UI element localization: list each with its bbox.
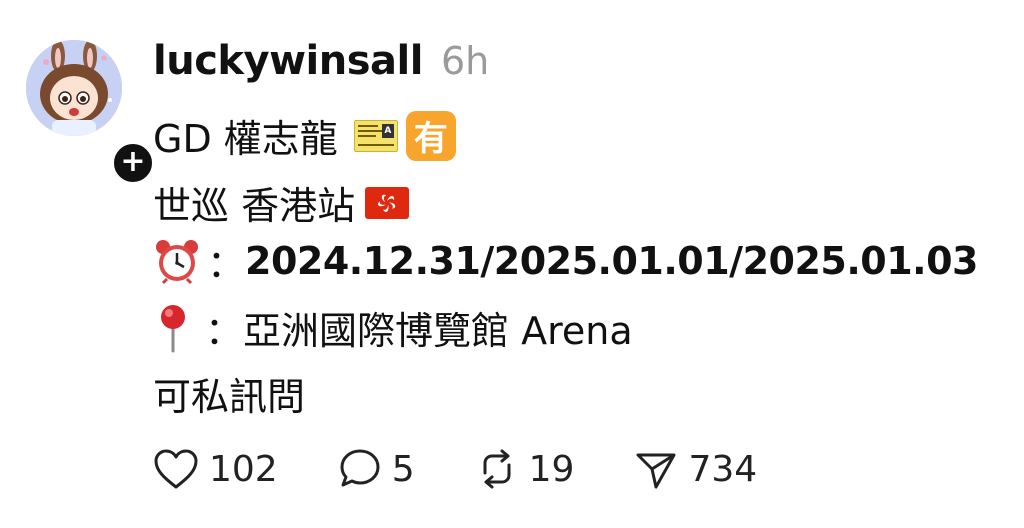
you-badge-icon: 有 [405, 110, 456, 161]
like-button[interactable]: 102 [153, 448, 278, 490]
heart-icon [154, 449, 198, 489]
repost-icon [483, 449, 511, 489]
send-icon [636, 453, 676, 489]
alarm-clock-icon [156, 239, 198, 284]
contact-text: 可私訊問 [153, 375, 306, 419]
reply-button[interactable]: 5 [338, 447, 415, 491]
share-button[interactable]: 734 [634, 447, 757, 491]
ticket-icon: A [353, 119, 398, 152]
artist-text: GD 權志龍 [153, 117, 338, 161]
username[interactable]: luckywinsall [153, 38, 423, 84]
round-pushpin-icon [161, 304, 185, 352]
post-line-dates: ： 2024.12.31/2025.01.01/2025.01.03 [153, 233, 978, 288]
dates-text: 2024.12.31/2025.01.01/2025.01.03 [245, 238, 978, 283]
comment-icon [340, 449, 380, 487]
like-count: 102 [209, 448, 278, 490]
venue-text: 亞洲國際博覽館 Arena [243, 309, 633, 353]
avatar-container[interactable]: + [26, 40, 156, 186]
follow-plus-button[interactable]: + [110, 140, 156, 186]
thread-post: + luckywinsall 6h GD 權志龍 A 有 世巡 香港站 ： 20… [0, 0, 1024, 528]
action-bar: 102 5 19 734 [153, 447, 817, 491]
post-line-artist: GD 權志龍 A 有 [153, 108, 456, 163]
share-count: 734 [688, 448, 758, 490]
reply-count: 5 [391, 448, 415, 490]
post-timestamp[interactable]: 6h [441, 39, 489, 83]
plus-icon: + [120, 143, 146, 179]
venue-prefix: ： [205, 309, 244, 353]
avatar[interactable] [26, 40, 122, 136]
post-header: luckywinsall 6h [153, 38, 489, 84]
post-line-venue: ： 亞洲國際博覽館 Arena [153, 300, 633, 355]
repost-count: 19 [528, 448, 575, 490]
tour-text: 世巡 香港站 [153, 184, 356, 228]
post-line-contact: 可私訊問 [153, 366, 305, 421]
repost-button[interactable]: 19 [475, 447, 575, 491]
post-line-tour: 世巡 香港站 [153, 175, 410, 230]
dates-prefix: ： [207, 242, 246, 286]
hk-flag-icon [365, 186, 410, 219]
